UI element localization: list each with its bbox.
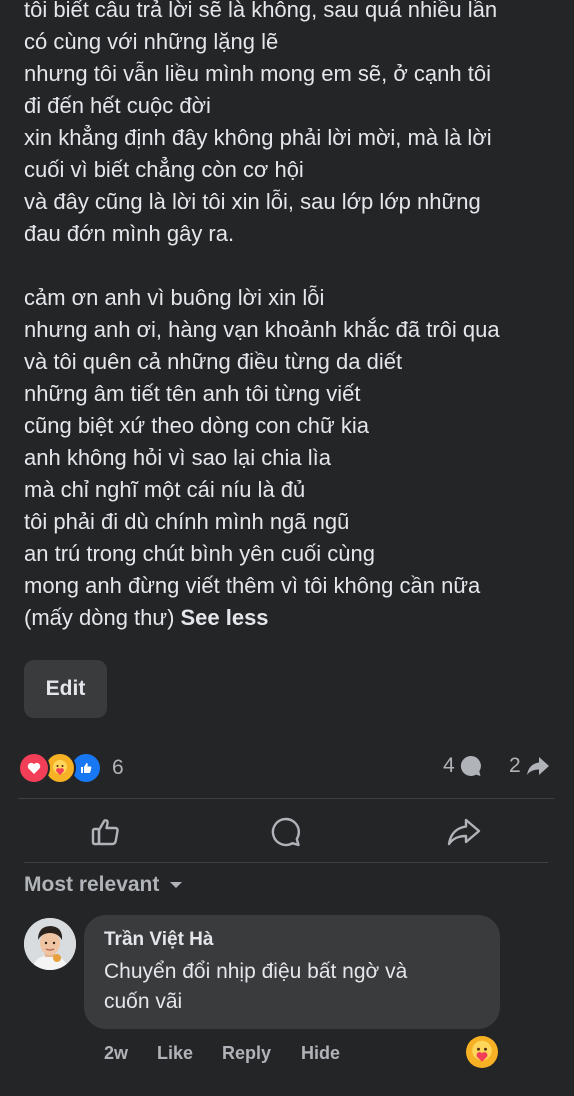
post-line: đau đớn mình gây ra. bbox=[24, 221, 235, 246]
post-line: và tôi quên cả những điều từng da diết bbox=[24, 349, 403, 374]
comment-author[interactable]: Trần Việt Hà bbox=[104, 929, 213, 951]
reaction-count: 6 bbox=[112, 756, 124, 779]
comment-hide-button[interactable]: Hide bbox=[301, 1043, 340, 1064]
share-button[interactable] bbox=[444, 812, 484, 852]
avatar[interactable] bbox=[24, 918, 76, 970]
reaction-summary[interactable]: 6 bbox=[18, 752, 124, 784]
comment-text-line: cuốn vãi bbox=[104, 990, 183, 1013]
comment-icon bbox=[271, 817, 301, 847]
post-line: cũng biệt xứ theo dòng con chữ kia bbox=[24, 413, 370, 438]
post-paragraph-gap bbox=[24, 250, 564, 282]
comment-text-line: Chuyển đổi nhịp điệu bất ngờ và bbox=[104, 960, 408, 983]
post-line: đi đến hết cuộc đời bbox=[24, 93, 211, 118]
edit-button[interactable]: Edit bbox=[24, 660, 107, 718]
see-less-link[interactable]: See less bbox=[180, 605, 268, 630]
comment-bubble: Trần Việt Hà Chuyển đổi nhịp điệu bất ng… bbox=[84, 915, 500, 1029]
post-line: nhưng anh ơi, hàng vạn khoảnh khắc đã tr… bbox=[24, 317, 500, 342]
post-last-line: (mấy dòng thư) See less bbox=[24, 602, 564, 634]
comment-count-value: 4 bbox=[443, 754, 455, 777]
post-line: xin khẳng định đây không phải lời mời, m… bbox=[24, 125, 492, 150]
thumbs-up-icon bbox=[91, 819, 119, 846]
post-line: anh không hỏi vì sao lại chia lìa bbox=[24, 445, 331, 470]
share-count-value: 2 bbox=[509, 754, 521, 777]
post-line: mà chỉ nghĩ một cái níu là đủ bbox=[24, 477, 306, 502]
post-line: và đây cũng là lời tôi xin lỗi, sau lớp … bbox=[24, 189, 481, 214]
care-icon[interactable] bbox=[466, 1036, 498, 1068]
comment-text: Chuyển đổi nhịp điệu bất ngờ và cuốn vãi bbox=[104, 957, 484, 1017]
post-line: an trú trong chút bình yên cuối cùng bbox=[24, 541, 376, 566]
divider bbox=[18, 798, 554, 799]
comment-button[interactable] bbox=[266, 812, 306, 852]
share-icon bbox=[447, 818, 481, 846]
post-line: mong anh đừng viết thêm vì tôi không cần… bbox=[24, 573, 481, 598]
comment-count[interactable]: 4 bbox=[443, 754, 483, 778]
like-button[interactable] bbox=[86, 812, 126, 852]
comment-sort-dropdown[interactable]: Most relevant bbox=[24, 873, 183, 897]
caret-down-icon bbox=[170, 882, 183, 888]
divider bbox=[24, 862, 548, 863]
comment-time[interactable]: 2w bbox=[104, 1043, 128, 1064]
comment-reply-button[interactable]: Reply bbox=[222, 1043, 271, 1064]
comment-like-button[interactable]: Like bbox=[157, 1043, 193, 1064]
post-line: nhưng tôi vẫn liều mình mong em sẽ, ở cạ… bbox=[24, 61, 491, 86]
post-line: tôi phải đi dù chính mình ngã ngũ bbox=[24, 509, 350, 534]
post-line: cuối vì biết chẳng còn cơ hội bbox=[24, 157, 304, 182]
post-line: tôi biết câu trả lời sẽ là không, sau qu… bbox=[24, 0, 498, 22]
post-line: cảm ơn anh vì buông lời xin lỗi bbox=[24, 285, 325, 310]
share-count[interactable]: 2 bbox=[509, 754, 551, 778]
sort-label: Most relevant bbox=[24, 873, 160, 896]
post-text: tôi biết câu trả lời sẽ là không, sau qu… bbox=[24, 0, 564, 634]
post-line: những âm tiết tên anh tôi từng viết bbox=[24, 381, 361, 406]
share-arrow-icon bbox=[526, 757, 549, 775]
post-line: có cùng với những lặng lẽ bbox=[24, 29, 279, 54]
comment-bubble-icon bbox=[460, 755, 481, 776]
love-icon bbox=[18, 752, 50, 784]
post-last-line-text: (mấy dòng thư) bbox=[24, 605, 175, 630]
